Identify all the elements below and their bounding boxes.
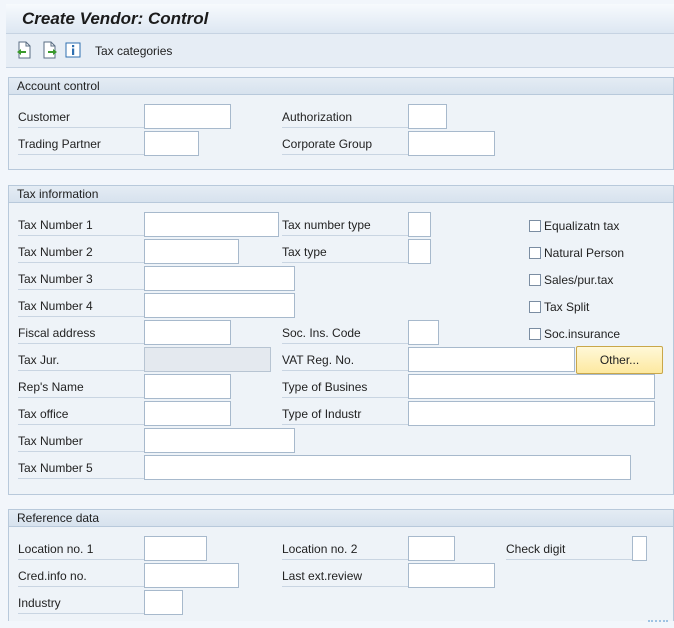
account-control-header: Account control (9, 78, 673, 95)
tax-type-label: Tax type (282, 241, 408, 263)
corporate-group-input[interactable] (408, 131, 495, 156)
reps-name-input[interactable] (144, 374, 231, 399)
reps-name-label: Rep's Name (18, 376, 144, 398)
corporate-group-label: Corporate Group (282, 133, 408, 155)
checkbox-box[interactable] (529, 274, 541, 286)
sales-pur-tax-label: Sales/pur.tax (544, 273, 614, 287)
type-of-business-input[interactable] (408, 374, 655, 399)
tax-number-4-label: Tax Number 4 (18, 295, 144, 317)
cred-info-no-input[interactable] (144, 563, 239, 588)
location-no-2-input[interactable] (408, 536, 455, 561)
soc-insurance-checkbox[interactable]: Soc.insurance (529, 325, 620, 343)
reference-data-header: Reference data (9, 510, 673, 527)
tax-split-checkbox[interactable]: Tax Split (529, 298, 589, 316)
authorization-label: Authorization (282, 106, 408, 128)
equalization-tax-checkbox[interactable]: Equalizatn tax (529, 217, 619, 235)
vat-reg-no-input[interactable] (408, 347, 575, 372)
tax-number-2-label: Tax Number 2 (18, 241, 144, 263)
fiscal-address-label: Fiscal address (18, 322, 144, 344)
tax-office-label: Tax office (18, 403, 144, 425)
checkbox-box[interactable] (529, 220, 541, 232)
location-no-1-label: Location no. 1 (18, 538, 144, 560)
other-button[interactable]: Other... (576, 346, 663, 374)
tax-number-2-input[interactable] (144, 239, 239, 264)
vat-reg-no-label: VAT Reg. No. (282, 349, 408, 371)
natural-person-checkbox[interactable]: Natural Person (529, 244, 624, 262)
authorization-input[interactable] (408, 104, 447, 129)
tax-split-label: Tax Split (544, 300, 590, 314)
tax-number-type-input[interactable] (408, 212, 431, 237)
checkbox-box[interactable] (529, 247, 541, 259)
tax-type-input[interactable] (408, 239, 431, 264)
check-digit-input[interactable] (632, 536, 647, 561)
soc-ins-code-input[interactable] (408, 320, 439, 345)
cred-info-no-label: Cred.info no. (18, 565, 144, 587)
check-digit-label: Check digit (506, 538, 632, 560)
window-title: Create Vendor: Control (22, 9, 209, 28)
industry-input[interactable] (144, 590, 183, 615)
tax-number-1-label: Tax Number 1 (18, 214, 144, 236)
tax-number-5-label: Tax Number 5 (18, 457, 144, 479)
natural-person-label: Natural Person (544, 246, 625, 260)
equalization-tax-label: Equalizatn tax (544, 219, 620, 233)
type-of-industry-input[interactable] (408, 401, 655, 426)
location-no-2-label: Location no. 2 (282, 538, 408, 560)
soc-insurance-label: Soc.insurance (544, 327, 621, 341)
checkbox-box[interactable] (529, 301, 541, 313)
tax-number-type-label: Tax number type (282, 214, 408, 236)
tax-jur-input (144, 347, 271, 372)
trading-partner-label: Trading Partner (18, 133, 144, 155)
tax-jur-label: Tax Jur. (18, 349, 144, 371)
tax-office-input[interactable] (144, 401, 231, 426)
tax-number-input[interactable] (144, 428, 295, 453)
last-ext-review-label: Last ext.review (282, 565, 408, 587)
industry-label: Industry (18, 592, 144, 614)
tax-number-3-label: Tax Number 3 (18, 268, 144, 290)
info-icon[interactable] (65, 41, 81, 59)
type-of-industry-label: Type of Industr (282, 403, 408, 425)
tax-number-4-input[interactable] (144, 293, 295, 318)
soc-ins-code-label: Soc. Ins. Code (282, 322, 408, 344)
previous-screen-icon[interactable] (16, 41, 32, 59)
fiscal-address-input[interactable] (144, 320, 231, 345)
tax-categories-button[interactable]: Tax categories (95, 44, 172, 58)
next-screen-icon[interactable] (42, 41, 58, 59)
tax-number-1-input[interactable] (144, 212, 279, 237)
type-of-business-label: Type of Busines (282, 376, 408, 398)
tax-number-3-input[interactable] (144, 266, 295, 291)
customer-input[interactable] (144, 104, 231, 129)
checkbox-box[interactable] (529, 328, 541, 340)
location-no-1-input[interactable] (144, 536, 207, 561)
sales-pur-tax-checkbox[interactable]: Sales/pur.tax (529, 271, 613, 289)
customer-label: Customer (18, 106, 144, 128)
tax-number-5-input[interactable] (144, 455, 631, 480)
title-bar: Create Vendor: Control (6, 4, 674, 34)
trading-partner-input[interactable] (144, 131, 199, 156)
resize-grip (648, 620, 668, 626)
application-toolbar: Tax categories (6, 34, 674, 68)
last-ext-review-input[interactable] (408, 563, 495, 588)
tax-number-label: Tax Number (18, 430, 144, 452)
tax-information-header: Tax information (9, 186, 673, 203)
